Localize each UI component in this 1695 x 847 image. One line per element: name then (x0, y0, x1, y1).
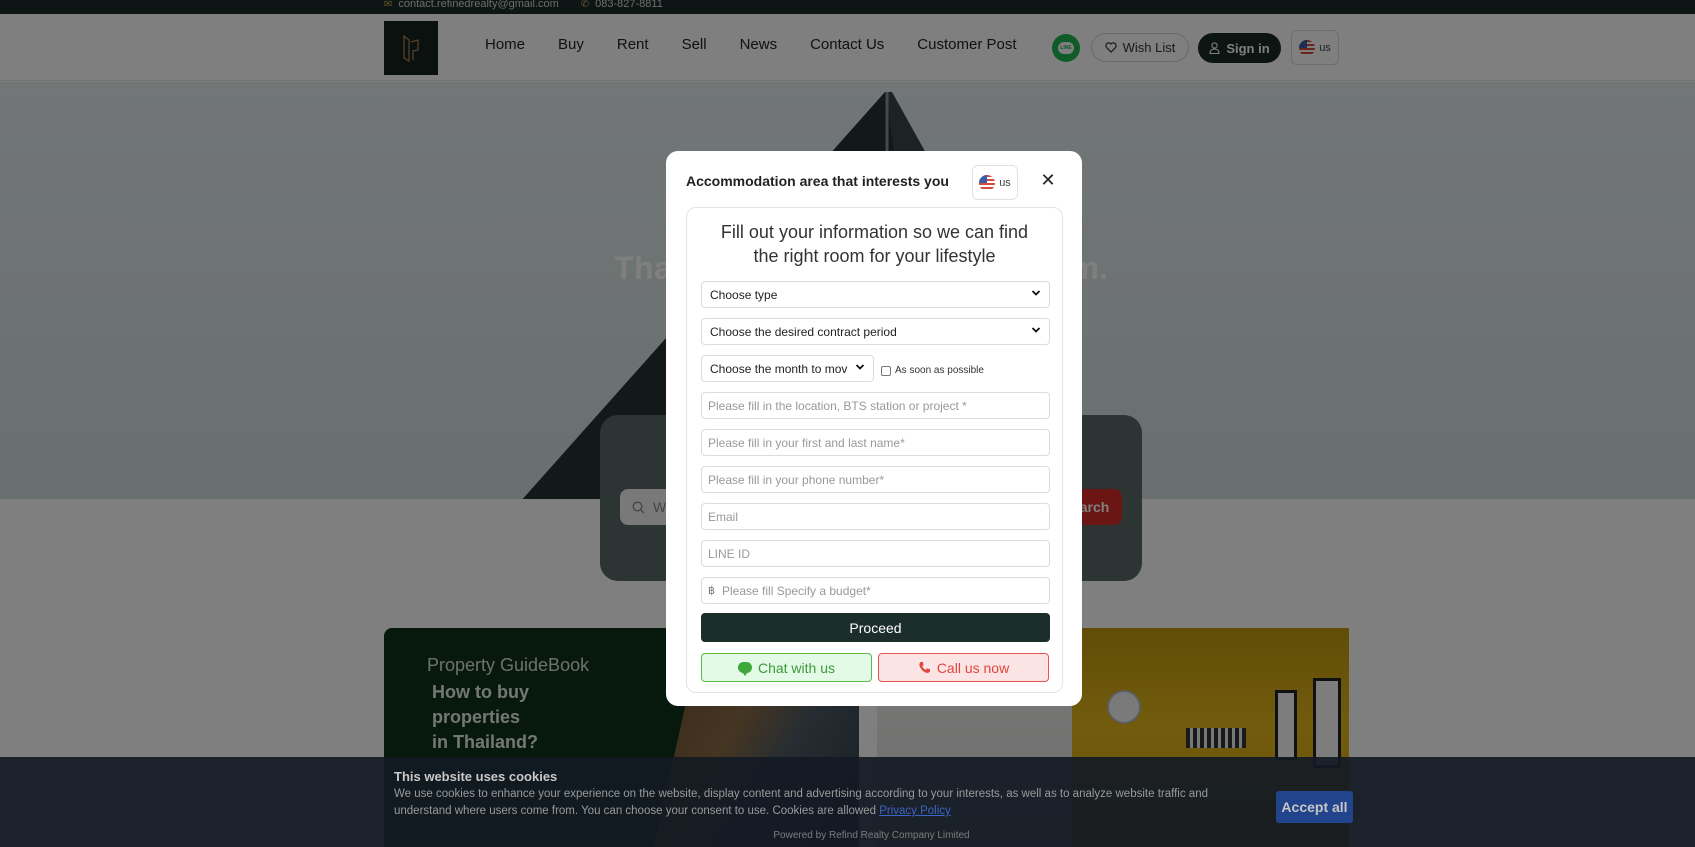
call-us-now-button[interactable]: Call us now (878, 653, 1049, 682)
type-select[interactable]: Choose type (701, 281, 1050, 308)
interest-modal: Accommodation area that interests you us… (666, 151, 1082, 706)
email-input[interactable]: Email (701, 503, 1050, 530)
proceed-button[interactable]: Proceed (701, 613, 1050, 642)
chevron-down-icon (855, 364, 865, 370)
chevron-down-icon (1031, 327, 1041, 333)
us-flag-icon (979, 174, 996, 191)
asap-checkbox-row[interactable]: As soon as possible (881, 365, 984, 376)
modal-title: Accommodation area that interests you (686, 173, 949, 189)
full-name-input[interactable]: Please fill in your first and last name* (701, 429, 1050, 456)
accept-all-cookies-button[interactable]: Accept all (1276, 791, 1353, 823)
baht-currency-icon: ฿ (708, 585, 715, 597)
phone-input[interactable]: Please fill in your phone number* (701, 466, 1050, 493)
line-chat-icon (737, 662, 752, 676)
modal-language-selector[interactable]: us (972, 165, 1018, 200)
line-id-input[interactable]: LINE ID (701, 540, 1050, 567)
lead-form: Fill out your information so we can find… (686, 207, 1063, 693)
powered-by-footer: Powered by Refind Realty Company Limited (773, 830, 970, 841)
close-button[interactable]: ✕ (1038, 170, 1058, 190)
form-heading: Fill out your information so we can find… (720, 222, 1029, 266)
move-month-select[interactable]: Choose the month to mov (701, 355, 874, 382)
chat-with-us-button[interactable]: Chat with us (701, 653, 872, 682)
cookie-title: This website uses cookies (394, 769, 558, 784)
phone-icon (919, 662, 930, 673)
chevron-down-icon (1031, 290, 1041, 296)
cookie-banner: This website uses cookies We use cookies… (0, 757, 1695, 847)
privacy-policy-link[interactable]: Privacy Policy (879, 805, 951, 817)
cookie-description: We use cookies to enhance your experienc… (394, 788, 1208, 817)
location-input[interactable]: Please fill in the location, BTS station… (701, 392, 1050, 419)
contract-period-select[interactable]: Choose the desired contract period (701, 318, 1050, 345)
asap-checkbox[interactable] (881, 365, 891, 376)
close-icon: ✕ (1040, 170, 1056, 190)
budget-input[interactable]: ฿ Please fill Specify a budget* (701, 577, 1050, 604)
